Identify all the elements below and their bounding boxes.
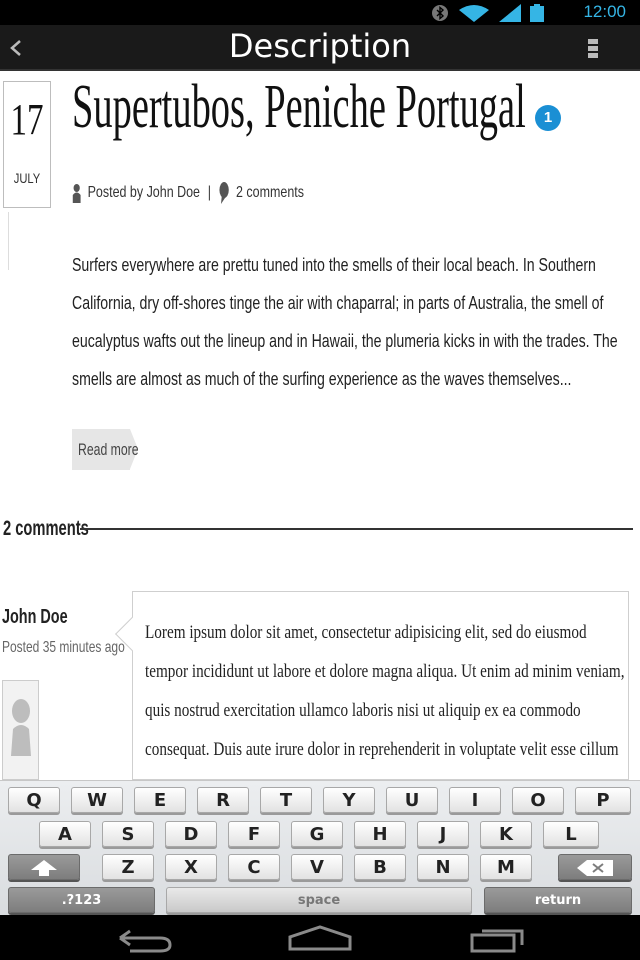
key-h[interactable]: H xyxy=(354,821,406,847)
key-w[interactable]: W xyxy=(71,787,123,813)
post-author[interactable]: Posted by John Doe xyxy=(88,184,200,202)
meta-separator: | xyxy=(207,184,212,201)
overflow-menu-button[interactable] xyxy=(588,39,598,61)
post-day: 17 xyxy=(10,95,44,144)
page-title: Description xyxy=(228,27,412,65)
read-more-label: Read more xyxy=(78,440,139,459)
date-box: 17 JULY xyxy=(3,81,51,208)
key-m[interactable]: M xyxy=(480,854,532,880)
comment-author[interactable]: John Doe xyxy=(2,606,68,629)
key-t[interactable]: T xyxy=(260,787,312,813)
avatar xyxy=(2,680,39,780)
key-e[interactable]: E xyxy=(134,787,186,813)
shift-icon xyxy=(31,860,57,876)
key-u[interactable]: U xyxy=(386,787,438,813)
signal-icon xyxy=(499,4,521,22)
battery-icon xyxy=(530,4,544,22)
comment-time: Posted 35 minutes ago xyxy=(2,639,125,656)
key-x[interactable]: X xyxy=(165,854,217,880)
key-r[interactable]: R xyxy=(197,787,249,813)
return-key[interactable]: return xyxy=(484,887,632,913)
notification-badge[interactable]: 1 xyxy=(535,105,561,131)
action-bar: Description xyxy=(0,25,640,71)
key-a[interactable]: A xyxy=(39,821,91,847)
overflow-menu-icon xyxy=(588,39,598,58)
key-y[interactable]: Y xyxy=(323,787,375,813)
space-key[interactable]: space xyxy=(166,887,472,913)
status-icons xyxy=(431,3,545,23)
key-s[interactable]: S xyxy=(102,821,154,847)
key-g[interactable]: G xyxy=(291,821,343,847)
shift-key[interactable] xyxy=(8,854,80,880)
status-time: 12:00 xyxy=(583,2,626,21)
key-i[interactable]: I xyxy=(449,787,501,813)
key-p[interactable]: P xyxy=(575,787,631,813)
symbols-key[interactable]: .?123 xyxy=(8,887,155,913)
home-icon xyxy=(288,925,352,951)
key-j[interactable]: J xyxy=(417,821,469,847)
wifi-icon xyxy=(459,5,489,22)
status-bar: 12:00 xyxy=(0,0,640,25)
post-month: JULY xyxy=(13,170,41,186)
key-c[interactable]: C xyxy=(228,854,280,880)
post-title: Supertubos, Peniche Portugal xyxy=(72,73,526,141)
user-icon xyxy=(72,184,81,203)
nav-home-button[interactable] xyxy=(286,923,354,953)
key-l[interactable]: L xyxy=(543,821,599,847)
key-b[interactable]: B xyxy=(354,854,406,880)
key-d[interactable]: D xyxy=(165,821,217,847)
comments-heading: 2 comments xyxy=(3,517,89,540)
back-icon xyxy=(119,929,172,953)
nav-recent-apps-button[interactable] xyxy=(466,923,530,953)
comment-icon xyxy=(219,182,229,204)
comment-text: Lorem ipsum dolor sit amet, consectetur … xyxy=(145,622,625,799)
user-silhouette-icon xyxy=(11,699,31,756)
post-comment-count[interactable]: 2 comments xyxy=(236,184,304,202)
bluetooth-icon xyxy=(432,5,448,21)
key-z[interactable]: Z xyxy=(102,854,154,880)
divider xyxy=(8,212,9,270)
nav-back-button[interactable] xyxy=(110,923,174,953)
backspace-icon xyxy=(577,860,613,876)
backspace-key[interactable] xyxy=(558,854,632,880)
navigation-bar xyxy=(0,915,640,960)
post-meta: Posted by John Doe | 2 comments xyxy=(72,180,304,206)
key-v[interactable]: V xyxy=(291,854,343,880)
divider xyxy=(80,528,633,530)
keyboard: Q W E R T Y U I O P A S D F G H J K L Z … xyxy=(0,780,640,915)
key-k[interactable]: K xyxy=(480,821,532,847)
recent-apps-icon xyxy=(470,929,524,953)
key-q[interactable]: Q xyxy=(8,787,60,813)
key-n[interactable]: N xyxy=(417,854,469,880)
key-f[interactable]: F xyxy=(228,821,280,847)
post-excerpt: Surfers everywhere are prettu tuned into… xyxy=(72,255,618,389)
key-o[interactable]: O xyxy=(512,787,564,813)
